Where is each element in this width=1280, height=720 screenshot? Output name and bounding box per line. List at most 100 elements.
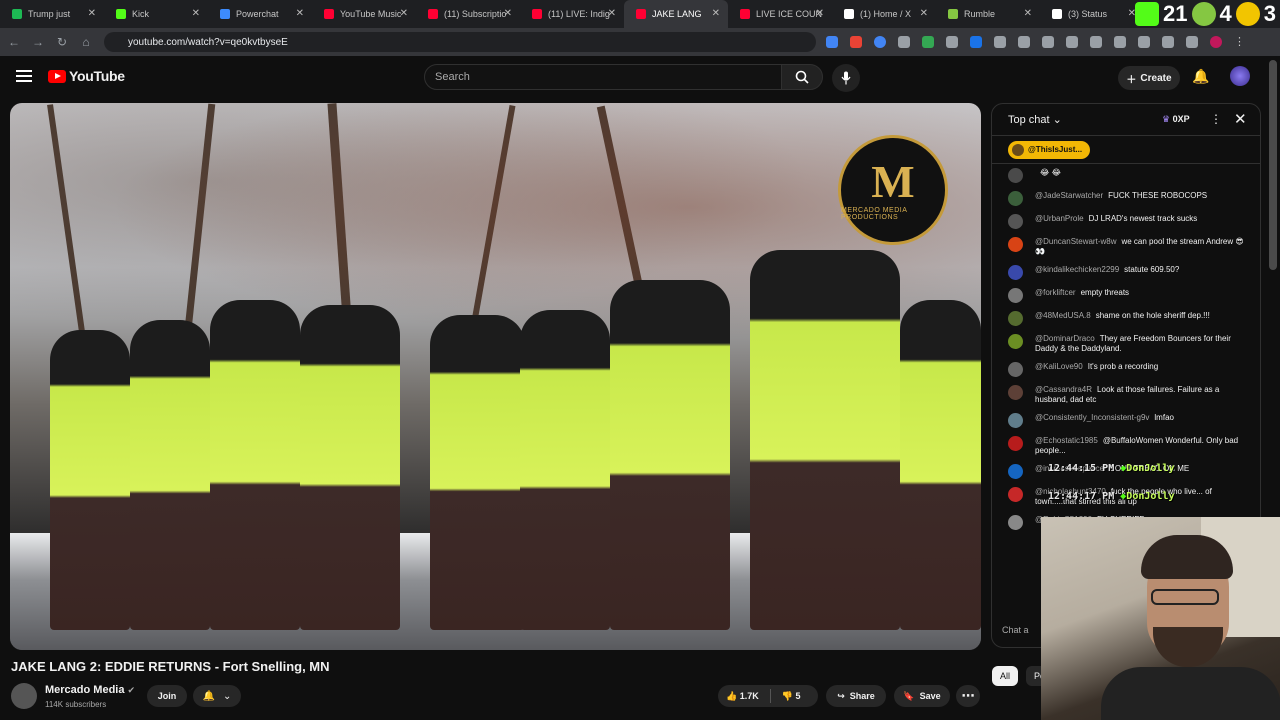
like-button[interactable]: 👍 1.7K — [726, 691, 759, 702]
browser-tab[interactable]: (1) Home / X ✕ — [832, 0, 936, 28]
search-icon — [795, 70, 809, 84]
channel-name[interactable]: Mercado Media ✔ — [45, 684, 135, 696]
menu-lines-icon[interactable] — [1186, 36, 1198, 48]
notifications-bell-icon[interactable]: 🔔 — [1192, 68, 1209, 85]
tab-close-icon[interactable]: ✕ — [608, 8, 616, 19]
extension-icon[interactable] — [994, 36, 1006, 48]
create-button[interactable]: ＋ Create — [1118, 66, 1180, 90]
browser-tab[interactable]: Kick ✕ — [104, 0, 208, 28]
extension-icon[interactable] — [1090, 36, 1102, 48]
chat-message[interactable]: @JadeStarwatcher FUCK THESE ROBOCOPS — [1008, 187, 1252, 210]
chat-header: Top chat ⌄ ♛ 0XP ⋮ ✕ — [992, 104, 1260, 136]
dislike-button[interactable]: 👎 5 — [782, 691, 801, 702]
chat-message[interactable]: @Consistently_Inconsistent-g9v lmfao — [1008, 409, 1252, 432]
code-icon[interactable] — [1114, 36, 1126, 48]
rumble-icon[interactable] — [1191, 2, 1216, 26]
kebab-menu-icon[interactable]: ⋮ — [1234, 36, 1246, 48]
extension-icon[interactable] — [850, 36, 862, 48]
officer-figure — [130, 320, 210, 630]
pinned-chip[interactable]: @ThisIsJust... — [1008, 140, 1091, 159]
extension-icon[interactable] — [898, 36, 910, 48]
tab-close-icon[interactable]: ✕ — [88, 8, 96, 19]
browser-tab[interactable]: Rumble ✕ — [936, 0, 1040, 28]
chat-more-icon[interactable]: ⋮ — [1210, 112, 1222, 126]
page-scrollbar[interactable] — [1269, 60, 1277, 270]
close-icon[interactable]: ✕ — [1234, 110, 1247, 128]
more-actions-button[interactable]: ⋯ — [956, 685, 980, 707]
chat-author: @UrbanProle — [1035, 214, 1084, 223]
chat-message-body: @Consistently_Inconsistent-g9v lmfao — [1035, 413, 1174, 423]
thumbs-down-icon: 👎 — [781, 690, 793, 701]
browser-tab[interactable]: (11) Subscriptio ✕ — [416, 0, 520, 28]
chat-message[interactable]: @forkliftcer empty threats — [1008, 284, 1252, 307]
browser-tab[interactable]: JAKE LANG ✕ — [624, 0, 728, 28]
browser-tab[interactable]: Trump just ✕ — [0, 0, 104, 28]
search-placeholder: Search — [435, 71, 470, 83]
chat-avatar — [1008, 385, 1023, 400]
tab-close-icon[interactable]: ✕ — [816, 8, 824, 19]
tab-close-icon[interactable]: ✕ — [504, 8, 512, 19]
tab-close-icon[interactable]: ✕ — [192, 8, 200, 19]
chat-author: @DominarDraco — [1035, 334, 1095, 343]
chat-message[interactable]: @48MedUSA.8 shame on the hole sheriff dep… — [1008, 307, 1252, 330]
chat-message[interactable]: @KaliLove90 It's prob a recording — [1008, 358, 1252, 381]
chat-input[interactable]: Chat a — [1002, 625, 1029, 635]
history-icon[interactable] — [1066, 36, 1078, 48]
save-button[interactable]: 🔖 Save — [894, 685, 950, 707]
chat-message[interactable]: @Echostatic1985 @BuffaloWomen Wonderful. … — [1008, 432, 1252, 460]
youtube-logo[interactable]: YouTube — [48, 68, 125, 84]
chat-message-body: 😂 😂 — [1035, 168, 1061, 178]
home-icon[interactable]: ⌂ — [74, 35, 98, 49]
browser-tab[interactable]: YouTube Music ✕ — [312, 0, 416, 28]
notification-bell-button[interactable]: 🔔 ⌄ — [193, 685, 241, 707]
browser-tab[interactable]: LIVE ICE COUN ✕ — [728, 0, 832, 28]
xp-badge[interactable]: ♛ 0XP — [1162, 114, 1190, 125]
stream-overlay-line: 12:44:15 PM ◆DonJolly — [1048, 463, 1174, 474]
chat-message[interactable]: @DuncanStewart-w8w we can pool the stream… — [1008, 233, 1252, 261]
extension-icon[interactable] — [970, 36, 982, 48]
kick-icon[interactable] — [1135, 2, 1160, 26]
join-button[interactable]: Join — [147, 685, 187, 707]
chat-message[interactable]: @UrbanProle DJ LRAD's newest track sucks — [1008, 210, 1252, 233]
extensions-bar: ⋮ — [826, 36, 1246, 48]
face-icon[interactable] — [1235, 2, 1260, 26]
share-button[interactable]: ↪ Share — [826, 685, 886, 707]
chip-all[interactable]: All — [992, 666, 1019, 686]
extension-icon[interactable] — [826, 36, 838, 48]
tab-close-icon[interactable]: ✕ — [296, 8, 304, 19]
browser-tab[interactable]: (3) Status ✕ — [1040, 0, 1144, 28]
chat-message[interactable]: 😂 😂 — [1008, 164, 1252, 187]
browser-tab[interactable]: Powerchat ✕ — [208, 0, 312, 28]
extension-icon[interactable] — [922, 36, 934, 48]
extension-icon[interactable] — [1162, 36, 1174, 48]
video-player[interactable]: M MERCADO MEDIA PRODUCTIONS — [10, 103, 981, 650]
forward-icon[interactable]: → — [26, 35, 50, 49]
chat-author: @48MedUSA.8 — [1035, 311, 1091, 320]
puzzle-icon[interactable] — [1018, 36, 1030, 48]
extension-icon[interactable] — [874, 36, 886, 48]
search-input[interactable]: Search — [424, 64, 782, 90]
tab-close-icon[interactable]: ✕ — [920, 8, 928, 19]
reload-icon[interactable]: ↻ — [50, 35, 74, 49]
tab-close-icon[interactable]: ✕ — [400, 8, 408, 19]
account-avatar[interactable] — [1230, 66, 1250, 86]
watermark-text: MERCADO MEDIA PRODUCTIONS — [841, 207, 908, 221]
chat-mode-selector[interactable]: Top chat ⌄ — [1008, 113, 1062, 126]
chat-message-body: @UrbanProle DJ LRAD's newest track sucks — [1035, 214, 1197, 224]
hamburger-menu-icon[interactable] — [16, 70, 32, 82]
profile-icon[interactable] — [1210, 36, 1222, 48]
search-button[interactable] — [781, 64, 823, 90]
chat-message[interactable]: @Cassandra4R Look at those failures. Fail… — [1008, 381, 1252, 409]
channel-avatar[interactable] — [11, 683, 37, 709]
back-icon[interactable]: ← — [2, 35, 26, 49]
chat-message[interactable]: @kindalikechicken2299 statute 609.50? — [1008, 261, 1252, 284]
voice-search-button[interactable] — [832, 64, 860, 92]
sidebar-icon[interactable] — [1138, 36, 1150, 48]
url-field[interactable]: youtube.com/watch?v=qe0kvtbyseE — [104, 32, 816, 52]
browser-tab[interactable]: (11) LIVE: Indig ✕ — [520, 0, 624, 28]
extension-icon[interactable] — [946, 36, 958, 48]
tab-close-icon[interactable]: ✕ — [712, 8, 720, 19]
chat-message[interactable]: @DominarDraco They are Freedom Bouncers f… — [1008, 330, 1252, 358]
tab-close-icon[interactable]: ✕ — [1024, 8, 1032, 19]
download-icon[interactable] — [1042, 36, 1054, 48]
